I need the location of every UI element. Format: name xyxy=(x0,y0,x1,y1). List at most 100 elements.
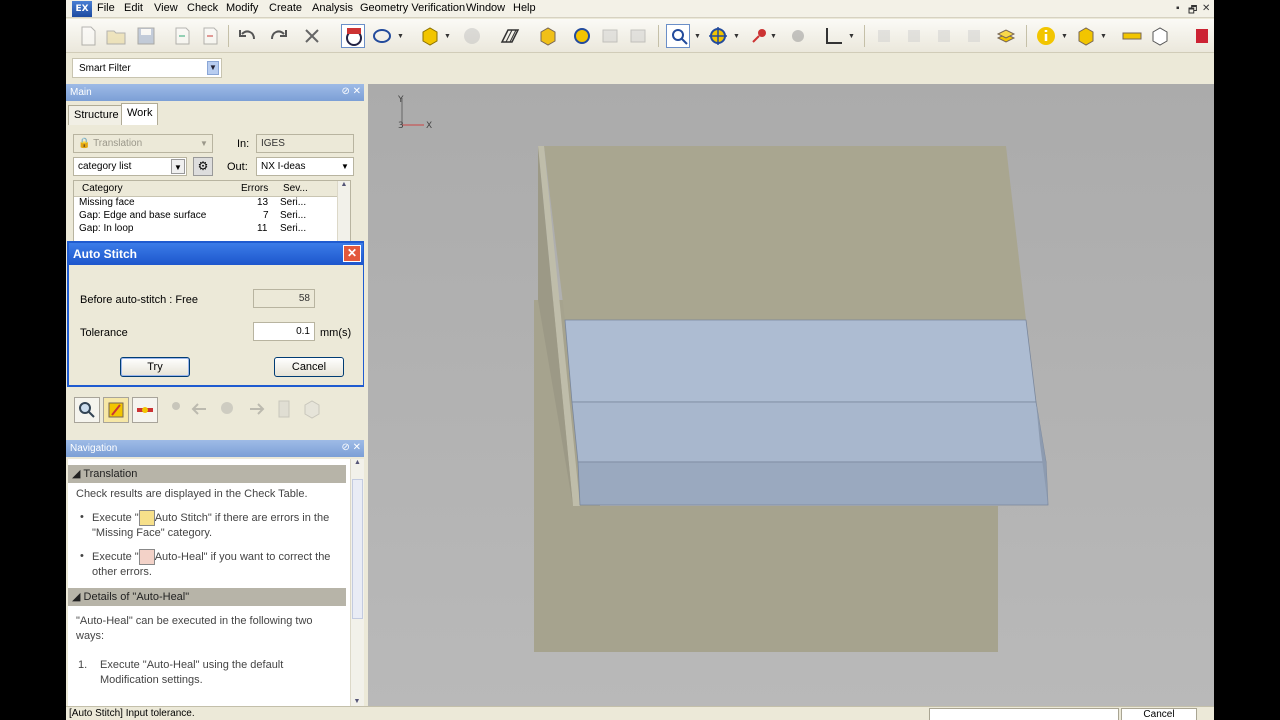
table-row[interactable]: Gap: In loop 11 Seri... xyxy=(74,223,350,236)
close-icon[interactable]: ✕ xyxy=(343,245,361,262)
chevron-down-icon[interactable]: ▼ xyxy=(338,159,352,174)
front-blue-face[interactable] xyxy=(577,461,1049,506)
pan-dropdown-icon[interactable]: ▼ xyxy=(733,33,740,40)
menu-check[interactable]: Check xyxy=(187,2,218,14)
status-cancel-button[interactable]: Cancel xyxy=(1121,708,1197,720)
auto-heal-icon[interactable] xyxy=(132,397,158,423)
category-list-value: category list xyxy=(78,161,132,172)
face-icon[interactable] xyxy=(872,24,896,48)
chevron-down-icon[interactable]: ▼ xyxy=(207,61,219,75)
menu-help[interactable]: Help xyxy=(513,2,536,14)
clipboard-icon xyxy=(272,397,298,423)
close-panel-icon[interactable]: ✕ xyxy=(353,442,361,453)
tab-structure[interactable]: Structure xyxy=(68,105,125,125)
edge-icon[interactable] xyxy=(902,24,926,48)
upper-blue-face[interactable] xyxy=(564,319,1037,403)
view-cube-icon[interactable] xyxy=(1148,24,1172,48)
tolerance-input[interactable]: 0.1 xyxy=(253,322,315,341)
settings-gear-icon[interactable]: ⚙ xyxy=(193,157,213,176)
menu-modify[interactable]: Modify xyxy=(226,2,258,14)
cancel-button[interactable]: Cancel xyxy=(274,357,344,377)
shading-dropdown-icon[interactable]: ▼ xyxy=(444,33,451,40)
section-auto-heal-details[interactable]: ◢ Details of "Auto-Heal" xyxy=(68,588,346,606)
out-format-select[interactable]: NX I-deas ▼ xyxy=(256,157,354,176)
menu-view[interactable]: View xyxy=(154,2,178,14)
dialog-title: Auto Stitch xyxy=(73,247,137,261)
menu-create[interactable]: Create xyxy=(269,2,302,14)
menu-geometry-verification[interactable]: Geometry Verification xyxy=(360,2,465,14)
table-row[interactable]: Missing face 13 Seri... xyxy=(74,197,350,210)
row-severity: Seri... xyxy=(280,197,307,208)
main-toolbar: ▼ ▼ ▼ ▼ ▼ ▼ ▼ ▼ xyxy=(66,19,1214,53)
section-translation[interactable]: ◢ Translation xyxy=(68,465,346,483)
column-severity[interactable]: Sev... xyxy=(283,183,308,194)
zoom-window-icon[interactable] xyxy=(666,24,690,48)
pin-panel-icon[interactable]: ⊘ xyxy=(341,86,349,97)
zoom-dropdown-icon[interactable]: ▼ xyxy=(694,33,701,40)
menu-file[interactable]: File xyxy=(97,2,115,14)
redo-icon[interactable] xyxy=(266,24,290,48)
solid-icon[interactable] xyxy=(962,24,986,48)
info-icon[interactable] xyxy=(1034,24,1058,48)
measure-point-icon[interactable] xyxy=(786,24,810,48)
layers-icon[interactable] xyxy=(598,24,622,48)
list-scrollbar[interactable]: ▲ xyxy=(337,181,350,241)
undo-icon[interactable] xyxy=(236,24,260,48)
menu-analysis[interactable]: Analysis xyxy=(312,2,353,14)
box-solid-icon[interactable] xyxy=(536,24,560,48)
pan-icon[interactable] xyxy=(706,24,730,48)
column-errors[interactable]: Errors xyxy=(241,183,268,194)
delete-icon[interactable] xyxy=(300,24,324,48)
dialog-title-bar: Auto Stitch ✕ xyxy=(69,243,363,265)
restore-icon[interactable]: 🗗 xyxy=(1188,3,1197,20)
tab-work[interactable]: Work xyxy=(121,103,159,125)
auto-stitch-icon[interactable] xyxy=(103,397,129,423)
exit-icon[interactable] xyxy=(1190,24,1214,48)
new-file-icon[interactable] xyxy=(76,24,100,48)
axes-dropdown-icon[interactable]: ▼ xyxy=(848,33,855,40)
try-button[interactable]: Try xyxy=(120,357,190,377)
minimize-icon[interactable]: ▪ xyxy=(1176,3,1180,14)
auto-heal-icon xyxy=(138,549,155,565)
sphere-icon[interactable] xyxy=(460,24,484,48)
table-row[interactable]: Gap: Edge and base surface 7 Seri... xyxy=(74,210,350,223)
chevron-down-icon[interactable]: ▼ xyxy=(171,159,185,174)
wireframe-icon[interactable] xyxy=(498,24,522,48)
import-icon[interactable] xyxy=(170,24,194,48)
top-sloped-face[interactable] xyxy=(544,146,1026,320)
navigation-scrollbar[interactable]: ▲ ▼ xyxy=(350,459,364,707)
toolbar-separator xyxy=(228,25,229,47)
lower-blue-face[interactable] xyxy=(571,401,1047,463)
shaded-cube-icon[interactable] xyxy=(418,24,442,48)
axes-icon[interactable] xyxy=(822,24,846,48)
smart-filter-dropdown[interactable]: Smart Filter ▼ xyxy=(72,58,222,78)
column-category[interactable]: Category xyxy=(82,183,123,194)
pin-panel-icon[interactable]: ⊘ xyxy=(341,442,349,453)
open-folder-icon[interactable] xyxy=(104,24,128,48)
stack-icon[interactable] xyxy=(994,24,1018,48)
chevron-down-icon: ▼ xyxy=(200,139,208,148)
layers-2-icon[interactable] xyxy=(626,24,650,48)
pin-icon[interactable] xyxy=(747,24,771,48)
check-search-icon[interactable] xyxy=(74,397,100,423)
category-list-select[interactable]: category list ▼ xyxy=(73,157,187,176)
properties-icon[interactable] xyxy=(1074,24,1098,48)
orbit-icon[interactable] xyxy=(370,24,394,48)
3d-viewport[interactable]: Y 3 X xyxy=(368,84,1214,706)
menu-window[interactable]: Window xyxy=(466,2,505,14)
export-icon[interactable] xyxy=(198,24,222,48)
properties-dropdown-icon[interactable]: ▼ xyxy=(1100,33,1107,40)
orbit-dropdown-icon[interactable]: ▼ xyxy=(397,33,404,40)
close-panel-icon[interactable]: ✕ xyxy=(353,86,361,97)
navigation-panel-title-text: Navigation xyxy=(70,443,118,454)
shell-icon[interactable] xyxy=(932,24,956,48)
ruler-icon[interactable] xyxy=(1120,24,1144,48)
refresh-model-icon[interactable] xyxy=(570,24,594,48)
save-icon[interactable] xyxy=(134,24,158,48)
menu-edit[interactable]: Edit xyxy=(124,2,143,14)
info-dropdown-icon[interactable]: ▼ xyxy=(1061,33,1068,40)
row-category: Gap: In loop xyxy=(79,223,134,234)
pin-dropdown-icon[interactable]: ▼ xyxy=(770,33,777,40)
auto-rotate-icon[interactable] xyxy=(341,24,365,48)
close-icon[interactable]: ✕ xyxy=(1202,3,1210,14)
